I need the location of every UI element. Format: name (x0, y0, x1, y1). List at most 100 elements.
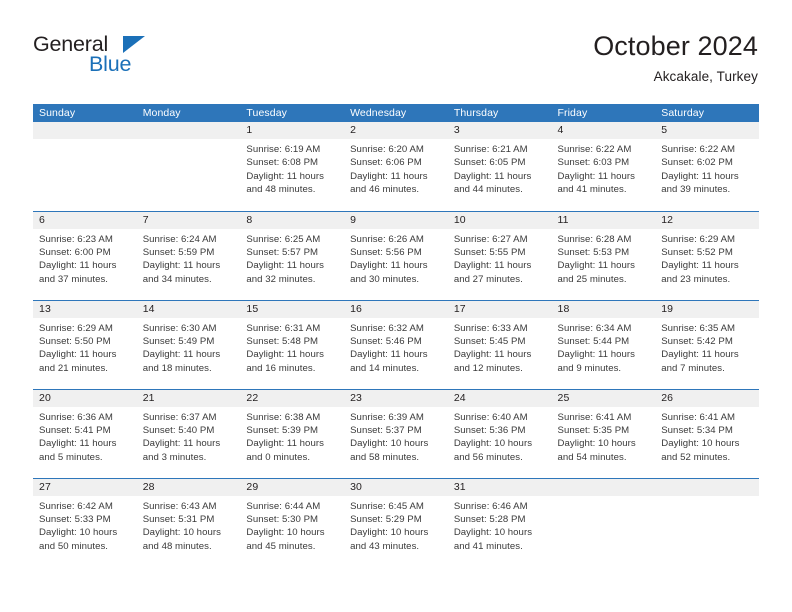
calendar-day-cell[interactable]: 23 Sunrise: 6:39 AM Sunset: 5:37 PM Dayligh… (344, 388, 448, 478)
calendar-day-cell[interactable]: 10 Sunrise: 6:27 AM Sunset: 5:55 PM Dayligh… (447, 210, 552, 300)
calendar-day-number: 18 (551, 300, 656, 318)
calendar-day-details: Sunrise: 6:33 AM Sunset: 5:45 PM Daylight:… (448, 318, 552, 376)
sunset-time: Sunset: 5:40 PM (142, 424, 215, 436)
daylight-line-2: and 44 minutes. (453, 184, 523, 196)
calendar-day-cell[interactable]: 27 Sunrise: 6:42 AM Sunset: 5:33 PM Dayligh… (33, 477, 137, 567)
daylight-line-2: and 48 minutes. (246, 184, 316, 196)
calendar-day-cell[interactable]: 1 Sunrise: 6:19 AM Sunset: 6:08 PM Daylight… (240, 122, 345, 211)
calendar-day-details: Sunrise: 6:41 AM Sunset: 5:35 PM Daylight:… (552, 407, 656, 465)
calendar-day-cell[interactable]: 17 Sunrise: 6:33 AM Sunset: 5:45 PM Dayligh… (447, 299, 552, 389)
calendar-day-number: 7 (136, 211, 241, 229)
sunset-time: Sunset: 5:33 PM (39, 513, 111, 525)
sunrise-time: Sunrise: 6:23 AM (39, 233, 113, 245)
calendar-day-cell[interactable]: 28 Sunrise: 6:43 AM Sunset: 5:31 PM Dayligh… (136, 477, 241, 567)
daylight-line-2: and 25 minutes. (557, 273, 627, 285)
calendar-day-cell[interactable]: 31 Sunrise: 6:46 AM Sunset: 5:28 PM Dayligh… (447, 477, 552, 567)
calendar-day-number: 12 (655, 211, 759, 229)
sunrise-time: Sunrise: 6:21 AM (453, 144, 528, 155)
daylight-line-1: Daylight: 11 hours (246, 349, 324, 361)
daylight-line-1: Daylight: 11 hours (661, 260, 739, 272)
sunrise-time: Sunrise: 6:22 AM (661, 144, 736, 155)
daylight-line-2: and 27 minutes. (453, 273, 523, 285)
calendar-day-cell[interactable]: 15 Sunrise: 6:31 AM Sunset: 5:48 PM Dayligh… (240, 299, 345, 389)
calendar-week-row: 6 Sunrise: 6:23 AM Sunset: 6:00 PM Daylight… (33, 210, 759, 300)
sunrise-time: Sunrise: 6:29 AM (39, 322, 113, 334)
calendar-day-details: Sunrise: 6:20 AM Sunset: 6:06 PM Daylight:… (344, 139, 448, 197)
calendar-day-cell[interactable]: 6 Sunrise: 6:23 AM Sunset: 6:00 PM Daylight… (33, 210, 137, 300)
calendar-day-cell[interactable]: 20 Sunrise: 6:36 AM Sunset: 5:41 PM Dayligh… (33, 388, 137, 478)
calendar-day-cell[interactable]: 7 Sunrise: 6:24 AM Sunset: 5:59 PM Daylight… (136, 210, 241, 300)
sunrise-time: Sunrise: 6:30 AM (142, 322, 217, 334)
calendar-day-cell[interactable]: 8 Sunrise: 6:25 AM Sunset: 5:57 PM Daylight… (240, 210, 345, 300)
calendar-day-cell[interactable]: 19 Sunrise: 6:35 AM Sunset: 5:42 PM Dayligh… (655, 299, 759, 389)
daylight-line-2: and 45 minutes. (246, 540, 316, 552)
daylight-line-1: Daylight: 11 hours (557, 349, 636, 361)
calendar-day-cell[interactable]: 25 Sunrise: 6:41 AM Sunset: 5:35 PM Dayligh… (551, 388, 656, 478)
calendar-day-number: 26 (655, 389, 759, 407)
weekday-header-row: Sunday Monday Tuesday Wednesday Thursday… (33, 104, 759, 122)
daylight-line-1: Daylight: 11 hours (557, 170, 636, 182)
sunrise-time: Sunrise: 6:29 AM (661, 233, 736, 245)
calendar-day-cell[interactable]: 29 Sunrise: 6:44 AM Sunset: 5:30 PM Dayligh… (240, 477, 345, 567)
daylight-line-2: and 32 minutes. (246, 273, 316, 285)
calendar-day-cell[interactable]: 12 Sunrise: 6:29 AM Sunset: 5:52 PM Dayligh… (655, 210, 759, 300)
sunset-time: Sunset: 5:39 PM (246, 424, 319, 436)
weekday-header-monday: Monday (136, 104, 241, 122)
calendar-day-cell[interactable]: 22 Sunrise: 6:38 AM Sunset: 5:39 PM Dayligh… (240, 388, 345, 478)
daylight-line-2: and 46 minutes. (350, 184, 420, 196)
calendar-day-number: 8 (240, 211, 345, 229)
calendar-day-cell[interactable]: 18 Sunrise: 6:34 AM Sunset: 5:44 PM Dayligh… (551, 299, 656, 389)
weekday-header-sunday: Sunday (33, 104, 137, 122)
daylight-line-1: Daylight: 11 hours (142, 438, 221, 450)
calendar-day-cell[interactable]: 4 Sunrise: 6:22 AM Sunset: 6:03 PM Daylight… (551, 122, 656, 211)
calendar-day-cell[interactable]: 16 Sunrise: 6:32 AM Sunset: 5:46 PM Dayligh… (344, 299, 448, 389)
calendar-header: Sunday Monday Tuesday Wednesday Thursday… (33, 104, 759, 122)
calendar-day-cell[interactable]: 13 Sunrise: 6:29 AM Sunset: 5:50 PM Dayligh… (33, 299, 137, 389)
calendar-day-cell[interactable]: 9 Sunrise: 6:26 AM Sunset: 5:56 PM Daylight… (344, 210, 448, 300)
daylight-line-1: Daylight: 10 hours (142, 527, 221, 539)
calendar-day-details: Sunrise: 6:35 AM Sunset: 5:42 PM Daylight:… (655, 318, 759, 376)
sunset-time: Sunset: 5:31 PM (142, 513, 215, 525)
calendar-day-cell[interactable]: 21 Sunrise: 6:37 AM Sunset: 5:40 PM Dayligh… (136, 388, 241, 478)
sunset-time: Sunset: 5:37 PM (350, 424, 422, 436)
calendar-day-number: 29 (240, 478, 345, 496)
sunrise-time: Sunrise: 6:28 AM (557, 233, 632, 245)
calendar-day-cell[interactable]: 11 Sunrise: 6:28 AM Sunset: 5:53 PM Dayligh… (551, 210, 656, 300)
calendar-day-cell[interactable]: 3 Sunrise: 6:21 AM Sunset: 6:05 PM Daylight… (447, 122, 552, 211)
calendar-day-number: 25 (551, 389, 656, 407)
calendar-day-details: Sunrise: 6:40 AM Sunset: 5:36 PM Daylight:… (448, 407, 552, 465)
daylight-line-2: and 23 minutes. (661, 273, 731, 285)
calendar-day-number: 16 (344, 300, 448, 318)
daylight-line-1: Daylight: 11 hours (142, 260, 221, 272)
sunset-time: Sunset: 5:45 PM (453, 335, 526, 347)
calendar-day-details: Sunrise: 6:31 AM Sunset: 5:48 PM Daylight:… (240, 318, 344, 376)
sunrise-time: Sunrise: 6:38 AM (246, 411, 321, 423)
sunrise-time: Sunrise: 6:32 AM (350, 322, 424, 334)
calendar-day-number: 31 (447, 478, 552, 496)
page-header: General Blue October 2024 Akcakale, Turk… (33, 30, 758, 96)
calendar-day-cell[interactable]: 26 Sunrise: 6:41 AM Sunset: 5:34 PM Dayligh… (655, 388, 759, 478)
calendar-day-details: Sunrise: 6:22 AM Sunset: 6:03 PM Daylight:… (552, 139, 656, 197)
calendar-day-cell[interactable]: 2 Sunrise: 6:20 AM Sunset: 6:06 PM Daylight… (344, 122, 448, 211)
calendar-day-details: Sunrise: 6:45 AM Sunset: 5:29 PM Daylight:… (344, 496, 448, 554)
calendar-day-number (655, 478, 759, 496)
calendar-day-number: 24 (447, 389, 552, 407)
daylight-line-2: and 56 minutes. (453, 451, 523, 463)
calendar-day-cell[interactable]: 24 Sunrise: 6:40 AM Sunset: 5:36 PM Dayligh… (447, 388, 552, 478)
calendar-day-cell[interactable]: 14 Sunrise: 6:30 AM Sunset: 5:49 PM Dayligh… (136, 299, 241, 389)
calendar-day-cell[interactable]: 30 Sunrise: 6:45 AM Sunset: 5:29 PM Dayligh… (344, 477, 448, 567)
general-blue-logo[interactable]: General Blue (33, 32, 163, 80)
sunrise-time: Sunrise: 6:26 AM (350, 233, 424, 245)
daylight-line-2: and 9 minutes. (557, 362, 622, 374)
calendar-day-details: Sunrise: 6:44 AM Sunset: 5:30 PM Daylight:… (240, 496, 344, 554)
calendar-day-details: Sunrise: 6:41 AM Sunset: 5:34 PM Daylight:… (655, 407, 759, 465)
calendar-day-details: Sunrise: 6:26 AM Sunset: 5:56 PM Daylight:… (344, 229, 448, 287)
daylight-line-1: Daylight: 11 hours (350, 349, 428, 361)
daylight-line-1: Daylight: 11 hours (557, 260, 636, 272)
sunrise-time: Sunrise: 6:44 AM (246, 500, 321, 512)
sunrise-time: Sunrise: 6:41 AM (661, 411, 736, 423)
calendar-day-number (33, 122, 137, 139)
sunset-time: Sunset: 5:35 PM (557, 424, 630, 436)
daylight-line-1: Daylight: 10 hours (453, 527, 533, 539)
calendar-day-cell[interactable]: 5 Sunrise: 6:22 AM Sunset: 6:02 PM Daylight… (655, 122, 759, 211)
